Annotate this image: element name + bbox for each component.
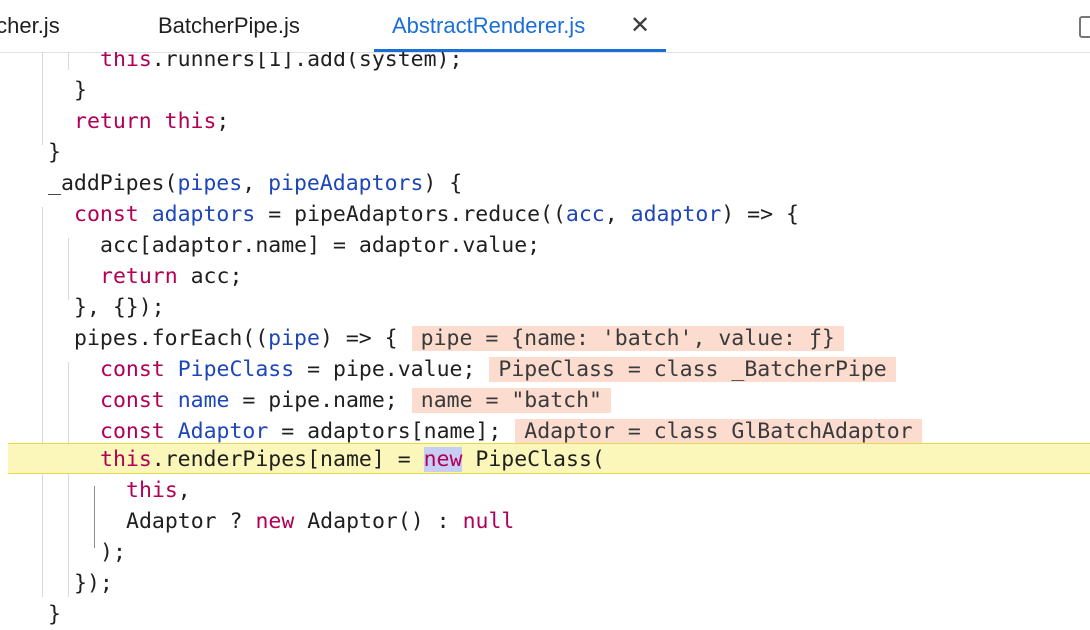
inline-value-hint: name = "batch" <box>411 388 611 413</box>
toggle-panel-icon[interactable] <box>1079 16 1090 38</box>
code-line: _addPipes(pipes, pipeAdaptors) { <box>48 171 463 196</box>
tab-label: AbstractRenderer.js <box>392 13 586 38</box>
code-line: acc[adaptor.name] = adaptor.value; <box>100 233 541 258</box>
selected-token: new <box>423 447 463 472</box>
tab-batcher-js[interactable]: tcher.js <box>0 0 60 52</box>
code-line: } <box>74 78 87 103</box>
code-line: const adaptors = pipeAdaptors.reduce((ac… <box>74 202 799 227</box>
code-line: const PipeClass = pipe.value; PipeClass =… <box>0 354 1090 385</box>
code-line: this.runners[1].add(system); <box>100 52 463 72</box>
inline-value-hint: PipeClass = class _BatcherPipe <box>489 357 896 382</box>
inline-value-hint: pipe = {name: 'batch', value: ƒ} <box>411 326 844 351</box>
code-line: return this; <box>74 109 230 134</box>
code-line: const name = pipe.name; name = "batch" <box>0 385 1090 416</box>
code-line: }); <box>74 571 113 596</box>
code-line: } <box>48 602 61 627</box>
code-line: pipes.forEach((pipe) => {pipe = {name: '… <box>0 323 1090 354</box>
editor-tab-bar: tcher.js BatcherPipe.js AbstractRenderer… <box>0 0 1090 53</box>
code-line: return acc; <box>100 264 243 289</box>
close-icon[interactable]: ✕ <box>630 0 650 52</box>
code-line: } <box>48 140 61 165</box>
code-line: }, {}); <box>74 295 165 320</box>
inline-value-hint: Adaptor = class GlBatchAdaptor <box>515 419 922 444</box>
code-line: ); <box>100 540 126 565</box>
paused-execution-line: this.renderPipes[name] = new PipeClass( <box>8 443 1090 474</box>
code-editor[interactable]: this.runners[1].add(system); } return th… <box>0 52 1090 630</box>
code-line: this, <box>126 478 191 503</box>
tab-abstractrenderer-js[interactable]: AbstractRenderer.js ✕ <box>374 0 666 52</box>
tab-batcherpipe-js[interactable]: BatcherPipe.js <box>158 0 300 52</box>
code-line: Adaptor ? new Adaptor() : null <box>126 509 515 534</box>
